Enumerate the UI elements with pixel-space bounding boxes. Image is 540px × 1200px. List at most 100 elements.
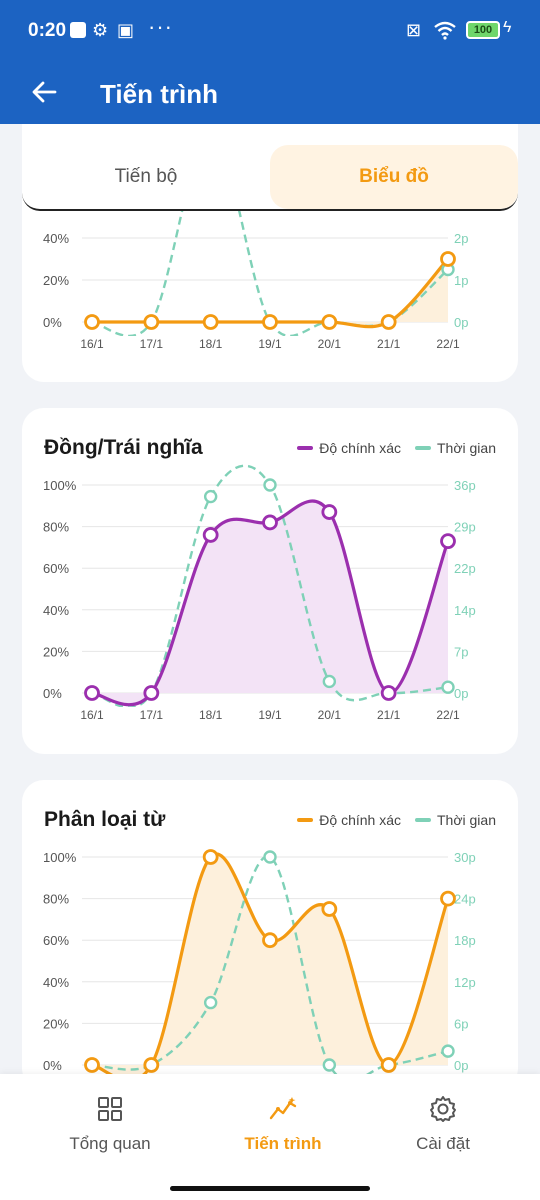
accuracy-point [202,314,219,330]
y-tick-label-right: 18p [454,933,476,948]
accuracy-point [143,685,160,701]
accuracy-point [84,685,100,701]
y-tick-label-left: 40% [43,231,69,246]
x-tick-label: 17/1 [140,708,164,722]
y-tick-label-left: 0% [43,1058,62,1073]
nav-label: Tổng quan [69,1134,151,1153]
time-point [441,1044,455,1058]
accuracy-point [380,314,397,330]
notification-icon [70,22,86,38]
more-icon: ··· [148,14,173,39]
x-tick-label: 18/1 [199,708,223,722]
accuracy-area [92,854,448,1074]
x-tick-label: 22/1 [436,708,460,722]
x-tick-label: 17/1 [140,337,164,351]
app-bar: Tiến trình [0,62,540,124]
tab-progress[interactable]: Tiến bộ [22,145,270,209]
accuracy-point [143,1057,160,1073]
tab-charts[interactable]: Biểu đồ [270,145,518,209]
x-tick-label: 22/1 [436,337,460,351]
accuracy-point [440,890,456,907]
chart-svg: 0%0p20%6p40%12p60%18p80%24p100%30p16/117… [43,849,476,1074]
y-tick-label-right: 12p [454,975,476,990]
status-bar: 0:20 ⚙ ▣ ··· ⊠ 100 ϟ [0,0,540,62]
accuracy-point [84,1057,100,1073]
nav-settings[interactable]: Cài đặt [353,1094,533,1154]
x-tick-label: 16/1 [80,708,104,722]
x-tick-label: 21/1 [377,337,401,351]
time-point [263,478,277,492]
y-tick-label-right: 14p [454,603,476,618]
accuracy-point [262,932,278,949]
accuracy-point [440,251,456,267]
y-tick-label-left: 40% [43,975,69,990]
y-tick-label-right: 2p [454,231,468,246]
nav-progress[interactable]: Tiến trình [193,1094,373,1154]
accuracy-point [262,514,278,531]
y-tick-label-left: 20% [43,273,69,288]
y-tick-label-left: 100% [43,478,77,493]
y-tick-label-left: 80% [43,892,69,907]
time-point [263,850,277,864]
no-sim-icon: ⊠ [406,20,422,40]
accuracy-point [321,314,338,330]
bottom-navigation: Tổng quan Tiến trình Cài đặt [0,1074,540,1200]
y-tick-label-right: 0p [454,686,468,701]
y-tick-label-right: 36p [454,478,476,493]
x-tick-label: 16/1 [80,337,104,351]
y-tick-label-left: 100% [43,850,77,865]
page-title: Tiến trình [100,79,218,109]
y-tick-label-left: 60% [43,561,69,576]
tab-bar: Tiến bộ Biểu đồ [22,145,518,211]
nav-label: Cài đặt [416,1134,470,1153]
accuracy-point [321,504,338,520]
y-tick-label-right: 0p [454,315,468,330]
y-tick-label-right: 24p [454,892,476,907]
wifi-icon [434,21,456,40]
y-tick-label-left: 0% [43,686,62,701]
nav-label: Tiến trình [244,1134,322,1153]
accuracy-point [143,314,160,330]
chart-svg: 0% 0p 20% 7p 40% 14p 60% 22p 80% 29p 100% 36p 16/1 17… [43,464,476,722]
x-tick-label: 21/1 [377,708,401,722]
time-point [203,489,218,504]
y-tick-label-left: 0% [43,315,62,330]
x-tick-label: 19/1 [258,708,282,722]
y-tick-label-left: 40% [43,603,69,618]
app-notification-icon: ▣ [117,20,135,40]
nav-overview[interactable]: Tổng quan [20,1094,200,1154]
accuracy-point [202,527,219,543]
y-tick-label-right: 6p [454,1016,468,1031]
settings-gear-icon [430,1096,456,1122]
y-tick-label-right: 0p [454,1058,468,1073]
accuracy-point [84,314,100,330]
x-tick-label: 20/1 [318,337,342,351]
y-tick-label-right: 22p [454,561,476,576]
accuracy-point [380,1057,397,1073]
content: 0% 0p 20% 1p 40% 2p 16/1 17/1 18/1 19/1 20/1 21/1 22… [0,124,540,1074]
accuracy-point [380,685,397,701]
gear-icon: ⚙ [92,20,109,40]
x-tick-label: 18/1 [199,337,223,351]
accuracy-point [262,314,278,330]
chart-card-word-classification: Phân loại từ Độ chính xác Thời gian 0% 0p… [22,780,518,1074]
y-tick-label-right: 1p [454,273,468,288]
status-time: 0:20 [28,20,67,41]
home-indicator [170,1186,370,1191]
accuracy-point [202,849,219,865]
arrow-left-icon [32,81,57,103]
y-tick-label-right: 29p [454,520,476,535]
accuracy-area [92,501,448,705]
y-tick-label-left: 80% [43,520,69,535]
y-tick-label-right: 30p [454,850,476,865]
charging-icon: ϟ [503,19,512,36]
time-point [322,674,337,689]
accuracy-point [321,901,338,917]
x-tick-label: 19/1 [258,337,282,351]
accuracy-point [440,533,456,550]
y-tick-label-left: 20% [43,644,69,659]
battery-icon: 100 [466,21,500,39]
progress-chart-icon [269,1097,297,1120]
y-tick-label-left: 20% [43,1016,69,1031]
back-button[interactable] [22,70,66,114]
